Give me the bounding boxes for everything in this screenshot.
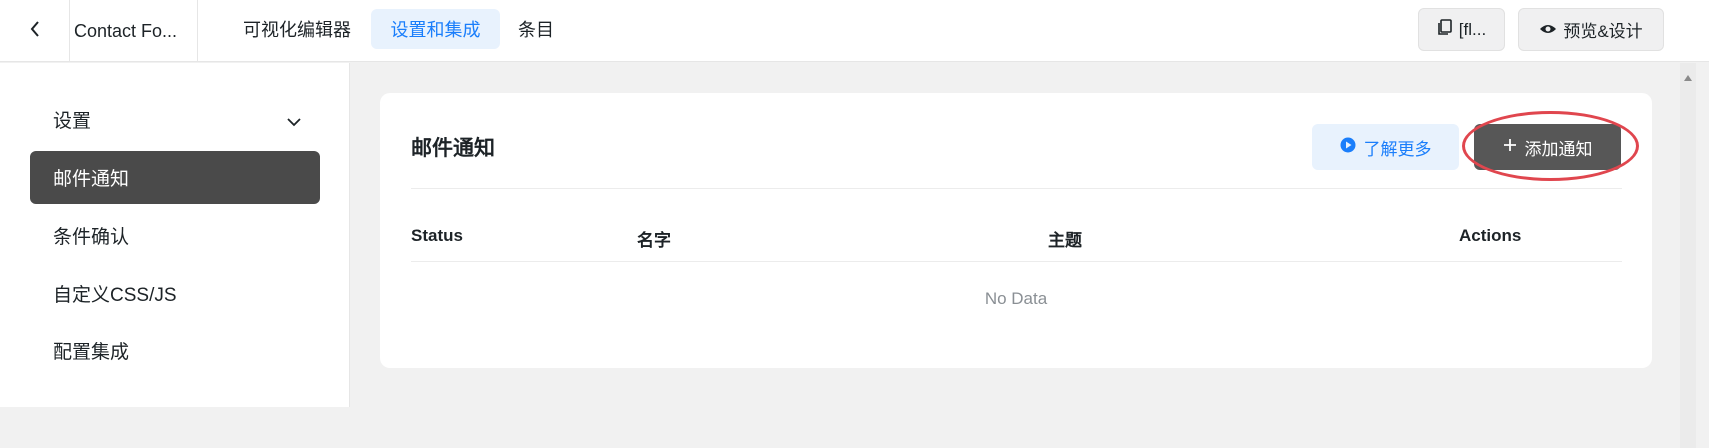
- sidebar-item-integrations[interactable]: 配置集成: [30, 324, 320, 377]
- email-notifications-card: 邮件通知 了解更多 添加通知 Status 名字 主题 Actions No D…: [380, 93, 1652, 368]
- play-circle-icon: [1340, 137, 1356, 158]
- back-button[interactable]: [0, 0, 70, 62]
- column-header-status: Status: [411, 226, 463, 245]
- scroll-up-arrow-icon[interactable]: [1683, 69, 1693, 87]
- top-bar: Contact Fo... 可视化编辑器 设置和集成 条目 [fl... 预览&…: [0, 0, 1709, 62]
- shortcode-button[interactable]: [fl...: [1418, 8, 1505, 51]
- sidebar-item-label: 设置: [53, 111, 92, 132]
- add-notification-label: 添加通知: [1524, 139, 1593, 159]
- tab-settings-integrations[interactable]: 设置和集成: [371, 9, 500, 49]
- sidebar-item-label: 配置集成: [53, 342, 130, 363]
- add-notification-button[interactable]: 添加通知: [1474, 124, 1621, 170]
- column-header-name: 名字: [637, 231, 671, 250]
- learn-more-button[interactable]: 了解更多: [1312, 124, 1459, 170]
- preview-design-button[interactable]: 预览&设计: [1518, 8, 1664, 51]
- tab-entries[interactable]: 条目: [506, 9, 566, 49]
- eye-icon: [1539, 20, 1557, 40]
- chevron-left-icon: [29, 20, 41, 43]
- column-header-actions: Actions: [1459, 226, 1522, 245]
- shortcode-label: [fl...: [1458, 19, 1487, 39]
- table-header-divider: [411, 261, 1622, 262]
- chevron-down-icon: [286, 111, 302, 133]
- sidebar-item-label: 条件确认: [53, 227, 130, 248]
- sidebar-item-custom-css-js[interactable]: 自定义CSS/JS: [30, 267, 320, 320]
- tab-visual-editor[interactable]: 可视化编辑器: [229, 9, 365, 49]
- page-title: 邮件通知: [411, 137, 495, 160]
- sidebar-item-email-notifications[interactable]: 邮件通知: [30, 151, 320, 204]
- sidebar-item-settings[interactable]: 设置: [30, 93, 320, 146]
- settings-sidebar: 设置 邮件通知 条件确认 自定义CSS/JS 配置集成: [0, 63, 350, 407]
- plus-icon: [1503, 137, 1517, 157]
- sidebar-item-label: 邮件通知: [53, 169, 130, 190]
- sidebar-item-label: 自定义CSS/JS: [53, 285, 177, 306]
- column-header-subject: 主题: [1048, 231, 1082, 250]
- page-scrollbar[interactable]: [1680, 63, 1696, 448]
- sidebar-item-conditional-confirmations[interactable]: 条件确认: [30, 209, 320, 262]
- copy-icon: [1437, 18, 1453, 41]
- empty-table-message: No Data: [984, 289, 1048, 308]
- header-divider: [411, 188, 1622, 189]
- preview-label: 预览&设计: [1563, 22, 1643, 41]
- learn-more-label: 了解更多: [1363, 139, 1432, 159]
- form-title: Contact Fo...: [72, 0, 198, 62]
